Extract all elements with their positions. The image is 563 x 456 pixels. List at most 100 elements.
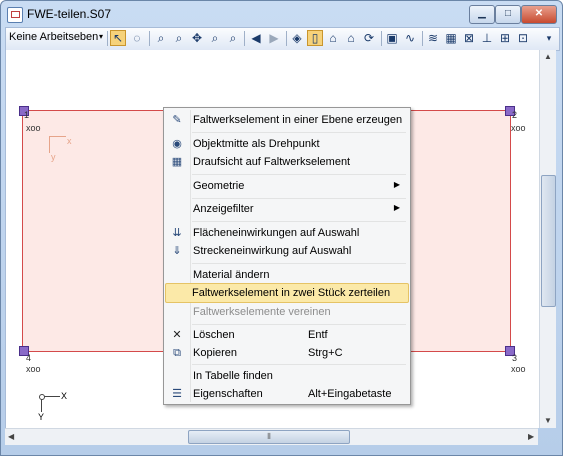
- menu-item-shortcut: Alt+Eingabetaste: [308, 388, 392, 400]
- menu-item-create-plane[interactable]: ✎ Faltwerkselement in einer Ebene erzeug…: [166, 110, 408, 130]
- maximize-button[interactable]: □: [495, 5, 521, 24]
- menu-item-label: In Tabelle finden: [193, 370, 273, 382]
- menu-item-delete[interactable]: ✕ Löschen Entf: [166, 325, 408, 345]
- curve-icon[interactable]: ∿: [402, 30, 418, 46]
- delete-icon: ✕: [172, 329, 182, 341]
- zoom-window-icon[interactable]: ⌕: [153, 30, 169, 46]
- load-display-icon[interactable]: ≋: [425, 30, 441, 46]
- dimension-icon[interactable]: ⊞: [497, 30, 513, 46]
- axis-icon[interactable]: ⊥: [479, 30, 495, 46]
- menu-item-label: Geometrie: [193, 180, 245, 192]
- workplane-dropdown[interactable]: Keine Arbeitseben: [9, 31, 98, 43]
- forward-icon[interactable]: ▶: [266, 30, 282, 46]
- rotate-icon[interactable]: ⟳: [361, 30, 377, 46]
- global-x-label: X: [61, 391, 68, 401]
- menu-item-geometry[interactable]: Geometrie ▶: [166, 176, 408, 196]
- menu-item-display-filter[interactable]: Anzeigefilter ▶: [166, 199, 408, 219]
- menu-separator: [192, 221, 406, 222]
- view-front-icon[interactable]: ▯: [307, 30, 323, 46]
- node-label: xoo: [26, 123, 41, 133]
- menu-separator: [192, 364, 406, 365]
- menu-item-shortcut: Strg+C: [308, 347, 343, 359]
- menu-separator: [192, 263, 406, 264]
- back-icon[interactable]: ◀: [248, 30, 264, 46]
- menu-item-label: Streckeneinwirkung auf Auswahl: [193, 245, 352, 257]
- toolbar-separator: [107, 31, 108, 46]
- toolbar-overflow-icon[interactable]: ▾: [541, 30, 557, 46]
- text-icon[interactable]: ⊡: [515, 30, 531, 46]
- app-icon: [7, 7, 23, 23]
- node-label: xoo: [26, 364, 41, 374]
- scroll-right-icon[interactable]: ▶: [528, 432, 534, 441]
- render-icon[interactable]: ▣: [384, 30, 400, 46]
- zoom-icon[interactable]: ⌕: [171, 30, 187, 46]
- copy-icon: ⧉: [173, 347, 181, 359]
- minimize-button[interactable]: ▁: [469, 5, 495, 24]
- pan-icon[interactable]: ✥: [189, 30, 205, 46]
- horizontal-scroll-thumb[interactable]: ⦀: [188, 430, 350, 444]
- menu-item-pivot[interactable]: ◉ Objektmitte als Drehpunkt: [166, 134, 408, 154]
- menu-item-label: Anzeigefilter: [193, 203, 254, 215]
- node-number: 4: [26, 353, 32, 363]
- menu-item-line-load[interactable]: ⇓ Streckeneinwirkung auf Auswahl: [166, 241, 408, 261]
- vertical-scroll-thumb[interactable]: [541, 175, 556, 307]
- context-menu: ✎ Faltwerkselement in einer Ebene erzeug…: [163, 107, 411, 405]
- menu-item-label: Material ändern: [193, 269, 270, 281]
- local-axis-icon: [49, 136, 66, 153]
- menu-separator: [192, 132, 406, 133]
- menu-item-label: Faltwerkselement in einer Ebene erzeugen: [193, 114, 403, 126]
- menu-item-change-material[interactable]: Material ändern: [166, 265, 408, 285]
- menu-item-top-view[interactable]: ▦ Draufsicht auf Faltwerkselement: [166, 152, 408, 172]
- menu-item-merge-elements: Faltwerkselemente vereinen: [166, 302, 408, 322]
- node-number: 2: [512, 110, 518, 120]
- scroll-up-icon[interactable]: ▲: [544, 52, 552, 61]
- properties-icon: ☰: [172, 388, 182, 400]
- menu-item-shortcut: Entf: [308, 329, 328, 341]
- menu-item-find-in-table[interactable]: In Tabelle finden: [166, 366, 408, 386]
- node-number: 1: [24, 110, 30, 120]
- grid-view-icon: ▦: [171, 156, 183, 168]
- close-button[interactable]: ✕: [521, 5, 557, 24]
- menu-item-area-load[interactable]: ⇊ Flächeneinwirkungen auf Auswahl: [166, 223, 408, 243]
- toolbar-separator: [381, 31, 382, 46]
- menu-item-label: Draufsicht auf Faltwerkselement: [193, 156, 351, 168]
- menu-item-properties[interactable]: ☰ Eigenschaften Alt+Eingabetaste: [166, 384, 408, 404]
- title-bar[interactable]: FWE-teilen.S07 ▁ □ ✕: [1, 1, 562, 27]
- zoom-extents-icon[interactable]: ⌕: [207, 30, 223, 46]
- pivot-icon: ◉: [172, 138, 182, 150]
- global-y-label: Y: [38, 412, 45, 422]
- toolbar: Keine Arbeitseben ▾ ↖ ◌ ⌕ ⌕ ✥ ⌕ ⌕ ◀ ▶ ◈ …: [5, 27, 560, 51]
- menu-item-split-element[interactable]: Faltwerkselement in zwei Stück zerteilen: [165, 283, 409, 303]
- mesh-icon[interactable]: ▦: [443, 30, 459, 46]
- scroll-left-icon[interactable]: ◀: [8, 432, 14, 441]
- menu-item-label: Faltwerkselemente vereinen: [193, 306, 331, 318]
- window-title: FWE-teilen.S07: [27, 7, 112, 21]
- toolbar-separator: [149, 31, 150, 46]
- node-number: 3: [512, 353, 518, 363]
- toolbar-separator: [422, 31, 423, 46]
- menu-item-label: Eigenschaften: [193, 388, 263, 400]
- line-load-icon: ⇓: [172, 245, 182, 257]
- scroll-down-icon[interactable]: ▼: [544, 416, 552, 425]
- lasso-select-icon[interactable]: ◌: [129, 30, 145, 46]
- submenu-arrow-icon: ▶: [393, 180, 400, 189]
- menu-item-copy[interactable]: ⧉ Kopieren Strg+C: [166, 343, 408, 363]
- zoom-previous-icon[interactable]: ⌕: [225, 30, 241, 46]
- toolbar-separator: [286, 31, 287, 46]
- area-load-icon: ⇊: [172, 227, 182, 239]
- chevron-down-icon[interactable]: ▾: [99, 32, 103, 41]
- horizontal-scrollbar[interactable]: ◀ ⦀ ▶: [5, 428, 538, 445]
- view-3d-icon[interactable]: ◈: [289, 30, 305, 46]
- menu-item-label: Faltwerkselement in zwei Stück zerteilen: [192, 287, 391, 299]
- filter-icon[interactable]: ⊠: [461, 30, 477, 46]
- menu-item-label: Objektmitte als Drehpunkt: [193, 138, 320, 150]
- menu-item-label: Kopieren: [193, 347, 238, 359]
- view-house-icon[interactable]: ⌂: [325, 30, 341, 46]
- create-plane-icon: ✎: [172, 114, 182, 126]
- local-x-label: x: [67, 136, 72, 146]
- menu-separator: [192, 174, 406, 175]
- view-side-icon[interactable]: ⌂: [343, 30, 359, 46]
- select-arrow-icon[interactable]: ↖: [110, 30, 126, 46]
- global-origin-icon: [39, 394, 45, 400]
- vertical-scrollbar[interactable]: ▲ ▼: [539, 50, 556, 428]
